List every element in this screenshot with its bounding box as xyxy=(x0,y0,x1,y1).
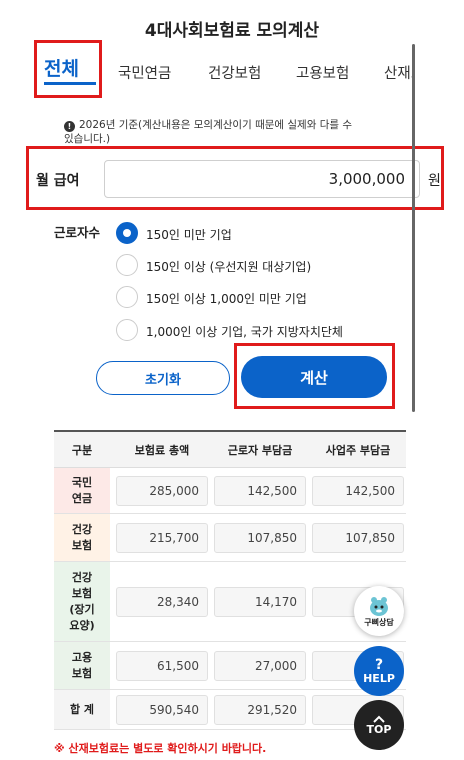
header-employer: 사업주 부담금 xyxy=(325,444,391,457)
cell-employee: 107,850 xyxy=(214,523,306,553)
cell-total: 590,540 xyxy=(116,695,208,725)
cell-employee: 27,000 xyxy=(214,651,306,681)
row-label: 국민 연금 xyxy=(54,468,110,513)
notice: ! 2026년 기준(계산내용은 모의계산이기 때문에 실제와 다를 수 있습니다… xyxy=(64,118,364,146)
table-row: 고용 보험 61,500 27,000 xyxy=(54,642,406,690)
header-total: 보험료 총액 xyxy=(134,444,190,457)
salary-label: 월 급여 xyxy=(36,173,80,189)
cell-employee: 14,170 xyxy=(214,587,306,617)
help-label: HELP xyxy=(363,671,395,685)
table-row: 건강 보험 (장기 요양) 28,340 14,170 xyxy=(54,562,406,642)
radio-label-150-to-1000: 150인 이상 1,000인 미만 기업 xyxy=(146,292,307,306)
tab-health-insurance[interactable]: 건강보험 xyxy=(208,62,261,83)
workers-label: 근로자수 xyxy=(54,225,101,240)
cell-total: 285,000 xyxy=(116,476,208,506)
header-category: 구분 xyxy=(71,444,93,457)
scroll-top-button[interactable]: TOP xyxy=(354,700,404,750)
footnote: ※ 산재보험료는 별도로 확인하시기 바랍니다. xyxy=(54,742,267,755)
radio-label-1000-plus: 1,000인 이상 기업, 국가 지방자치단체 xyxy=(146,325,343,339)
tab-national-pension[interactable]: 국민연금 xyxy=(118,62,171,83)
cell-employer: 107,850 xyxy=(312,523,404,553)
chat-consult-button[interactable]: 구삐상담 xyxy=(354,586,404,636)
radio-150-plus-priority[interactable] xyxy=(116,254,138,276)
reset-button[interactable]: 초기화 xyxy=(96,361,230,395)
row-label: 건강 보험 (장기 요양) xyxy=(54,562,110,641)
help-button[interactable]: ? HELP xyxy=(354,646,404,696)
row-label: 고용 보험 xyxy=(54,642,110,689)
top-label: TOP xyxy=(366,722,392,736)
radio-150-to-1000[interactable] xyxy=(116,286,138,308)
mascot-icon xyxy=(370,596,388,616)
salary-input[interactable] xyxy=(104,160,420,198)
table-row: 건강 보험 215,700 107,850 107,850 xyxy=(54,514,406,562)
result-table: 구분 보험료 총액 근로자 부담금 사업주 부담금 국민 연금 285,000 … xyxy=(54,430,406,730)
salary-unit: 원 xyxy=(428,173,441,189)
header-employee: 근로자 부담금 xyxy=(227,444,293,457)
info-icon: ! xyxy=(64,121,75,132)
cell-employer: 142,500 xyxy=(312,476,404,506)
question-icon: ? xyxy=(374,656,384,673)
highlight-box-tab xyxy=(34,40,102,98)
table-row: 국민 연금 285,000 142,500 142,500 xyxy=(54,468,406,514)
radio-under-150[interactable] xyxy=(116,222,138,244)
radio-1000-plus[interactable] xyxy=(116,319,138,341)
cell-total: 215,700 xyxy=(116,523,208,553)
radio-label-under-150: 150인 미만 기업 xyxy=(146,228,232,242)
row-label: 합 계 xyxy=(54,690,110,729)
cell-total: 61,500 xyxy=(116,651,208,681)
radio-label-150-plus-priority: 150인 이상 (우선지원 대상기업) xyxy=(146,260,312,274)
scrollbar[interactable] xyxy=(412,44,415,412)
cell-employee: 291,520 xyxy=(214,695,306,725)
notice-text: 2026년 기준(계산내용은 모의계산이기 때문에 실제와 다를 수 있습니다.… xyxy=(64,119,353,145)
chat-consult-label: 구삐상담 xyxy=(364,617,394,627)
tab-employment-insurance[interactable]: 고용보험 xyxy=(296,62,349,83)
calculate-button[interactable]: 계산 xyxy=(241,356,387,398)
tab-industrial-accident[interactable]: 산재5 xyxy=(384,62,414,83)
cell-total: 28,340 xyxy=(116,587,208,617)
cell-employee: 142,500 xyxy=(214,476,306,506)
page-title: 4대사회보험료 모의계산 xyxy=(144,21,320,41)
chevron-up-icon xyxy=(373,715,385,723)
table-header: 구분 보험료 총액 근로자 부담금 사업주 부담금 xyxy=(54,430,406,468)
row-label: 건강 보험 xyxy=(54,514,110,561)
